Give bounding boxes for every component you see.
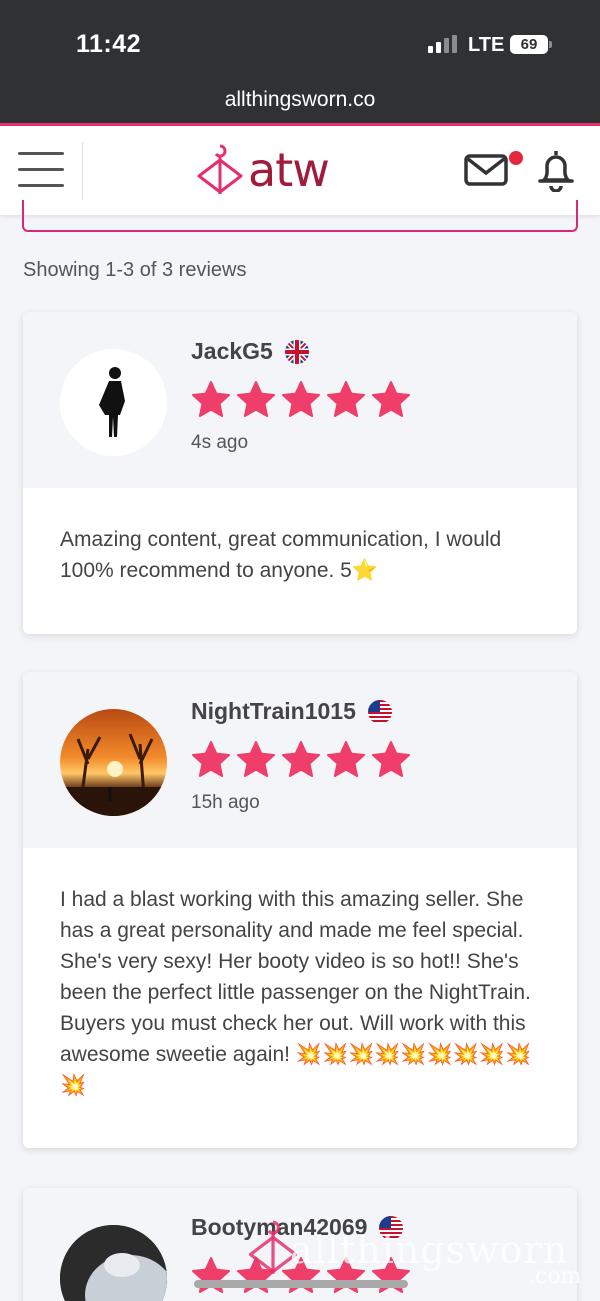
star-icon [327, 741, 365, 777]
star-icon [192, 741, 230, 777]
uk-flag-icon [284, 339, 309, 364]
signal-icon [428, 35, 458, 53]
star-icon [237, 381, 275, 417]
home-indicator[interactable] [194, 1280, 408, 1288]
star-rating [191, 380, 416, 420]
sunset-photo-icon [60, 709, 167, 816]
star-icon [192, 381, 230, 417]
review-username[interactable]: JackG5 [191, 338, 273, 365]
watermark: allthingsworn [290, 1228, 569, 1272]
logo-text: atw [248, 143, 330, 197]
review-text: Amazing content, great communication, I … [60, 528, 502, 582]
battery-icon: 69 [510, 35, 548, 54]
header-divider [82, 142, 83, 200]
notification-dot [509, 151, 523, 165]
network-type: LTE [468, 34, 505, 56]
star-icon [372, 381, 410, 417]
avatar[interactable] [60, 1225, 167, 1301]
review-header: JackG5 4s ago [23, 312, 577, 488]
review-card: JackG5 4s ago Amazing content, great com… [23, 312, 577, 634]
review-header: NightTrain1015 15h ago [23, 672, 577, 848]
person-silhouette-icon [99, 367, 125, 437]
star-icon [327, 381, 365, 417]
status-time: 11:42 [76, 30, 142, 58]
review-text: I had a blast working with this amazing … [60, 888, 532, 1097]
hanger-icon [197, 144, 243, 194]
star-icon [282, 381, 320, 417]
battery-tip [549, 41, 552, 48]
avatar[interactable] [60, 709, 167, 816]
bell-icon[interactable] [536, 148, 576, 192]
star-icon [372, 741, 410, 777]
star-rating [191, 740, 416, 780]
review-username[interactable]: NightTrain1015 [191, 698, 356, 725]
review-time: 4s ago [191, 432, 249, 453]
menu-icon[interactable] [18, 152, 64, 188]
avatar[interactable] [60, 349, 167, 456]
reviews-count: Showing 1-3 of 3 reviews [23, 259, 247, 281]
us-flag-icon [367, 699, 392, 724]
address-bar[interactable]: allthingsworn.co [0, 88, 600, 112]
star-icon [282, 741, 320, 777]
site-logo[interactable]: atw [196, 142, 330, 198]
watermark-domain: .com [528, 1264, 582, 1289]
status-bar: 11:42 LTE 69 allthingsworn.co [0, 0, 600, 125]
review-card: NightTrain1015 15h ago I had a blast wor… [23, 672, 577, 1148]
mail-icon[interactable] [464, 154, 508, 186]
previous-section-box [22, 200, 578, 232]
user-photo-icon [60, 1225, 167, 1301]
star-icon [237, 741, 275, 777]
star-icon [192, 1257, 230, 1293]
review-time: 15h ago [191, 792, 260, 813]
